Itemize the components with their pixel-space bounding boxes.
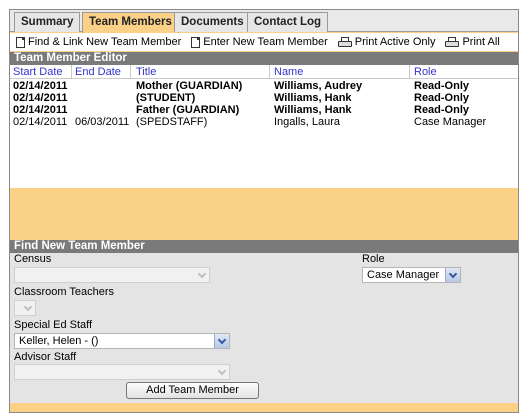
table-row[interactable]: 02/14/2011 (STUDENT) Williams, Hank Read… bbox=[10, 93, 518, 104]
enter-new-label: Enter New Team Member bbox=[203, 36, 328, 48]
cell-start-date: 02/14/2011 bbox=[13, 116, 68, 128]
special-ed-staff-label: Special Ed Staff bbox=[14, 319, 93, 331]
role-label: Role bbox=[362, 253, 385, 265]
cell-role: Read-Only bbox=[414, 80, 470, 92]
tab-bar: Summary Team Members Documents Contact L… bbox=[10, 10, 518, 33]
tab-contact-log[interactable]: Contact Log bbox=[247, 12, 329, 32]
add-team-member-button[interactable]: Add Team Member bbox=[126, 382, 259, 399]
team-member-editor-header: Team Member Editor bbox=[10, 52, 518, 65]
document-icon bbox=[16, 36, 25, 48]
print-all-label: Print All bbox=[462, 36, 500, 48]
advisor-staff-select[interactable] bbox=[14, 364, 230, 380]
classroom-teachers-select[interactable] bbox=[14, 300, 36, 316]
table-row[interactable]: 02/14/2011 Father (GUARDIAN) Williams, H… bbox=[10, 105, 518, 116]
cell-title: (STUDENT) bbox=[136, 92, 196, 104]
cell-title: Mother (GUARDIAN) bbox=[136, 80, 243, 92]
table-row[interactable]: 02/14/2011 Mother (GUARDIAN) Williams, A… bbox=[10, 81, 518, 92]
toolbar: Find & Link New Team Member Enter New Te… bbox=[10, 33, 518, 51]
find-team-member-panel: Census Role Case Manager Classroom Teach… bbox=[10, 253, 518, 403]
cell-start-date: 02/14/2011 bbox=[13, 104, 68, 116]
cell-name: Williams, Hank bbox=[274, 92, 352, 104]
cell-name: Williams, Audrey bbox=[274, 80, 363, 92]
tab-summary[interactable]: Summary bbox=[14, 12, 81, 32]
column-header-role[interactable]: Role bbox=[414, 65, 437, 79]
cell-role: Read-Only bbox=[414, 92, 470, 104]
app-frame: Summary Team Members Documents Contact L… bbox=[9, 9, 519, 413]
cell-title: Father (GUARDIAN) bbox=[136, 104, 240, 116]
cell-start-date: 02/14/2011 bbox=[13, 80, 68, 92]
column-header-name[interactable]: Name bbox=[274, 65, 304, 79]
column-header-end-date[interactable]: End Date bbox=[75, 65, 121, 79]
cell-start-date: 02/14/2011 bbox=[13, 92, 68, 104]
table-header-row: Start Date End Date Title Name Role bbox=[10, 65, 518, 79]
team-member-table: Start Date End Date Title Name Role 02/1… bbox=[10, 65, 518, 188]
role-value: Case Manager bbox=[367, 269, 440, 281]
chevron-down-icon bbox=[214, 334, 229, 348]
table-row[interactable]: 02/14/2011 06/03/2011 (SPEDSTAFF) Ingall… bbox=[10, 117, 518, 128]
role-select[interactable]: Case Manager bbox=[362, 267, 461, 283]
cell-role: Case Manager bbox=[414, 116, 487, 128]
enter-new-button[interactable]: Enter New Team Member bbox=[191, 36, 328, 48]
cell-title: (SPEDSTAFF) bbox=[136, 116, 208, 128]
cell-name: Ingalls, Laura bbox=[274, 116, 341, 128]
chevron-down-icon bbox=[214, 365, 229, 379]
print-active-label: Print Active Only bbox=[354, 36, 436, 48]
document-icon bbox=[191, 36, 201, 48]
column-header-start-date[interactable]: Start Date bbox=[13, 65, 63, 79]
print-all-button[interactable]: Print All bbox=[445, 36, 500, 48]
printer-icon bbox=[337, 36, 352, 48]
cell-role: Read-Only bbox=[414, 104, 470, 116]
find-link-button[interactable]: Find & Link New Team Member bbox=[16, 36, 181, 48]
cell-end-date: 06/03/2011 bbox=[75, 116, 130, 128]
find-link-label: Find & Link New Team Member bbox=[28, 36, 182, 48]
census-select[interactable] bbox=[14, 267, 210, 283]
chevron-down-icon bbox=[445, 268, 460, 282]
find-new-team-member-header: Find New Team Member bbox=[10, 240, 518, 253]
chevron-down-icon bbox=[194, 268, 209, 282]
tab-documents[interactable]: Documents bbox=[174, 12, 251, 32]
classroom-teachers-label: Classroom Teachers bbox=[14, 286, 115, 298]
special-ed-staff-value: Keller, Helen - () bbox=[19, 335, 99, 347]
special-ed-staff-select[interactable]: Keller, Helen - () bbox=[14, 333, 230, 349]
census-label: Census bbox=[14, 253, 52, 265]
printer-icon bbox=[445, 36, 460, 48]
cell-name: Williams, Hank bbox=[274, 104, 352, 116]
chevron-down-icon bbox=[20, 301, 35, 315]
advisor-staff-label: Advisor Staff bbox=[14, 351, 77, 363]
print-active-button[interactable]: Print Active Only bbox=[337, 36, 436, 48]
tab-team-members[interactable]: Team Members bbox=[82, 12, 179, 33]
column-header-title[interactable]: Title bbox=[136, 65, 157, 79]
